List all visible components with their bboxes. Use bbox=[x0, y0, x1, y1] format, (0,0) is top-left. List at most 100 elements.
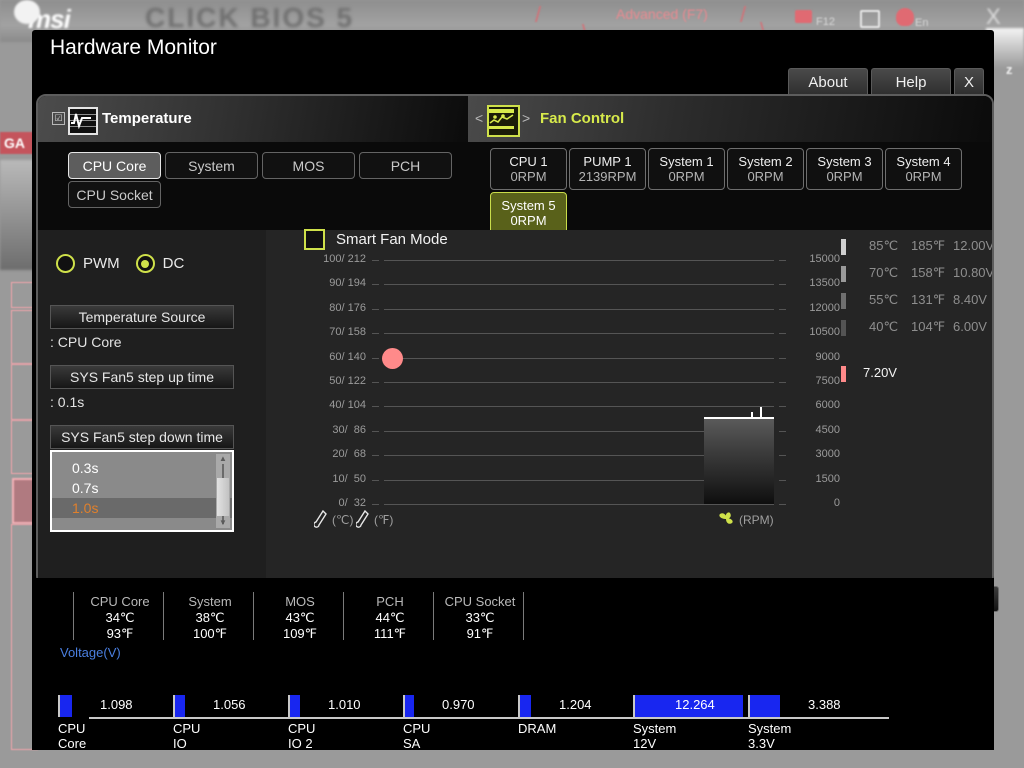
temperature-divider bbox=[343, 592, 344, 642]
fan-tab-system-2[interactable]: System 2 0RPM bbox=[727, 148, 804, 190]
temp-tab-system[interactable]: System bbox=[165, 152, 258, 179]
legend-color-bar bbox=[841, 266, 846, 282]
bios-left-circle bbox=[14, 0, 40, 24]
fan-tab-name: System 2 bbox=[738, 153, 793, 169]
scroll-down-icon[interactable]: ▼ bbox=[219, 518, 227, 527]
temperature-celsius: 33℃ bbox=[465, 610, 495, 625]
bios-left-gradient bbox=[0, 160, 36, 270]
celsius-unit-label: (℃) bbox=[332, 513, 354, 527]
fan-tab-pump-1[interactable]: PUMP 1 2139RPM bbox=[569, 148, 646, 190]
chart-tick-left bbox=[372, 480, 379, 481]
temp-tab-cpu-core[interactable]: CPU Core bbox=[68, 152, 161, 179]
fan-tab-cpu-1[interactable]: CPU 1 0RPM bbox=[490, 148, 567, 190]
pwm-radio[interactable] bbox=[56, 254, 75, 273]
temperature-celsius: 38℃ bbox=[195, 610, 225, 625]
step-down-time-dropdown[interactable]: 0.3s 0.7s 1.0s ▲ ▼ bbox=[50, 450, 234, 532]
fan-tab-rpm: 0RPM bbox=[905, 168, 942, 184]
language-icon bbox=[896, 8, 914, 26]
voltage-bar bbox=[290, 695, 300, 717]
chart-tick-left bbox=[372, 284, 379, 285]
chart-plot-area[interactable]: 100/ 212 15000 90/ 194 13500 80/ 176 12000 70/… bbox=[323, 253, 840, 509]
current-voltage-value: 7.20V bbox=[863, 365, 897, 380]
temp-tab-pch[interactable]: PCH bbox=[359, 152, 452, 179]
step-up-time-button[interactable]: SYS Fan5 step up time bbox=[50, 365, 234, 389]
dropdown-option-0.7s[interactable]: 0.7s bbox=[52, 478, 232, 498]
voltage-value: 1.204 bbox=[559, 697, 592, 712]
fan-prev-icon[interactable]: < bbox=[475, 110, 483, 126]
fan-curve-icon bbox=[487, 105, 520, 137]
fan-curve-handle-1[interactable] bbox=[760, 407, 763, 418]
voltage-section: Voltage(V) 1.098 CPU Core 1.056 CPU IO 1.010… bbox=[32, 640, 994, 751]
chart-tick-left bbox=[372, 455, 379, 456]
help-button[interactable]: Help bbox=[871, 68, 951, 95]
temp-tab-cpu-socket[interactable]: CPU Socket bbox=[68, 181, 161, 208]
chart-y-tick-label: 30/ 86 bbox=[332, 424, 366, 436]
fan-tab-system-1[interactable]: System 1 0RPM bbox=[648, 148, 725, 190]
fan-curve-handle-0[interactable] bbox=[750, 412, 753, 418]
smart-fan-mode-row: Smart Fan Mode bbox=[304, 229, 448, 250]
fan-tab-rpm: 0RPM bbox=[747, 168, 784, 184]
window-title: Hardware Monitor bbox=[50, 36, 217, 59]
fan-tab-name: System 3 bbox=[817, 153, 872, 169]
chart-tick-right bbox=[779, 455, 786, 456]
temperature-source-button[interactable]: Temperature Source bbox=[50, 305, 234, 329]
temperature-sensor-name: System bbox=[188, 594, 232, 609]
dc-radio-dot bbox=[141, 259, 150, 268]
fan-tab-system-3[interactable]: System 3 0RPM bbox=[806, 148, 883, 190]
voltage-value: 1.056 bbox=[213, 697, 246, 712]
dc-radio[interactable] bbox=[135, 254, 155, 273]
fan-next-icon[interactable]: > bbox=[522, 110, 530, 126]
temperature-point-0[interactable] bbox=[382, 347, 403, 369]
voltage-value: 1.010 bbox=[328, 697, 361, 712]
about-button[interactable]: About bbox=[788, 68, 868, 95]
voltage-title: Voltage(V) bbox=[60, 645, 121, 660]
scroll-up-icon[interactable]: ▲ bbox=[219, 454, 227, 463]
voltage-value: 0.970 bbox=[442, 697, 475, 712]
chart-y-tick-label: 80/ 176 bbox=[329, 302, 366, 314]
temp-tab-mos[interactable]: MOS bbox=[262, 152, 355, 179]
fan-tab-rpm: 0RPM bbox=[510, 212, 547, 228]
dropdown-option-0.3s[interactable]: 0.3s bbox=[52, 458, 232, 478]
chart-y2-tick-label: 4500 bbox=[815, 424, 840, 436]
smart-fan-mode-checkbox[interactable] bbox=[304, 229, 325, 250]
voltage-name: CPU IO 2 bbox=[288, 721, 316, 751]
record-icon bbox=[860, 10, 880, 28]
legend-f-value: 185℉ bbox=[911, 238, 946, 253]
chart-y2-tick-label: 0 bbox=[833, 497, 840, 509]
legend-v-value: 8.40V bbox=[953, 292, 987, 307]
chart-tick-left bbox=[372, 382, 379, 383]
chart-y-tick-label: 20/ 68 bbox=[332, 448, 366, 460]
fahrenheit-unit-label: (℉) bbox=[374, 513, 394, 527]
bios-right-text: z bbox=[1006, 62, 1013, 77]
legend-f-value: 158℉ bbox=[911, 265, 946, 280]
chart-gridline bbox=[384, 406, 774, 407]
celsius-thermometer-icon bbox=[314, 510, 327, 528]
chart-tick-right bbox=[779, 358, 786, 359]
legend-color-bar bbox=[841, 320, 846, 336]
step-down-time-button[interactable]: SYS Fan5 step down time bbox=[50, 425, 234, 449]
dropdown-option-1.0s[interactable]: 1.0s bbox=[52, 498, 232, 518]
fan-tab-system-4[interactable]: System 4 0RPM bbox=[885, 148, 962, 190]
legend-color-bar bbox=[841, 239, 846, 255]
chart-y2-tick-label: 12000 bbox=[809, 302, 840, 314]
chart-y2-tick-label: 1500 bbox=[815, 473, 840, 485]
fan-curve-line[interactable] bbox=[703, 417, 774, 420]
advanced-mode-label: Advanced (F7) bbox=[616, 6, 708, 22]
close-button[interactable]: X bbox=[954, 68, 984, 95]
fan-tab-rpm: 2139RPM bbox=[578, 168, 637, 184]
smart-fan-mode-label: Smart Fan Mode bbox=[336, 231, 448, 248]
voltage-name: System 3.3V bbox=[748, 721, 792, 751]
chart-tick-left bbox=[372, 504, 379, 505]
dropdown-scrollbar[interactable]: ▲ ▼ bbox=[216, 454, 230, 528]
temperature-checkbox[interactable]: ☑ bbox=[52, 112, 65, 125]
screenshot-key-label: F12 bbox=[816, 16, 835, 28]
voltage-bar bbox=[175, 695, 185, 717]
fan-tab-name: System 1 bbox=[659, 153, 714, 169]
voltage-bar bbox=[520, 695, 531, 717]
voltage-name: CPU IO bbox=[173, 721, 201, 751]
scrollbar-thumb[interactable] bbox=[217, 478, 229, 516]
chart-y-tick-label: 90/ 194 bbox=[329, 277, 366, 289]
fan-tab-system-5[interactable]: System 5 0RPM bbox=[490, 192, 567, 234]
temperature-divider bbox=[73, 592, 74, 642]
fan-rpm-icon bbox=[719, 512, 733, 524]
